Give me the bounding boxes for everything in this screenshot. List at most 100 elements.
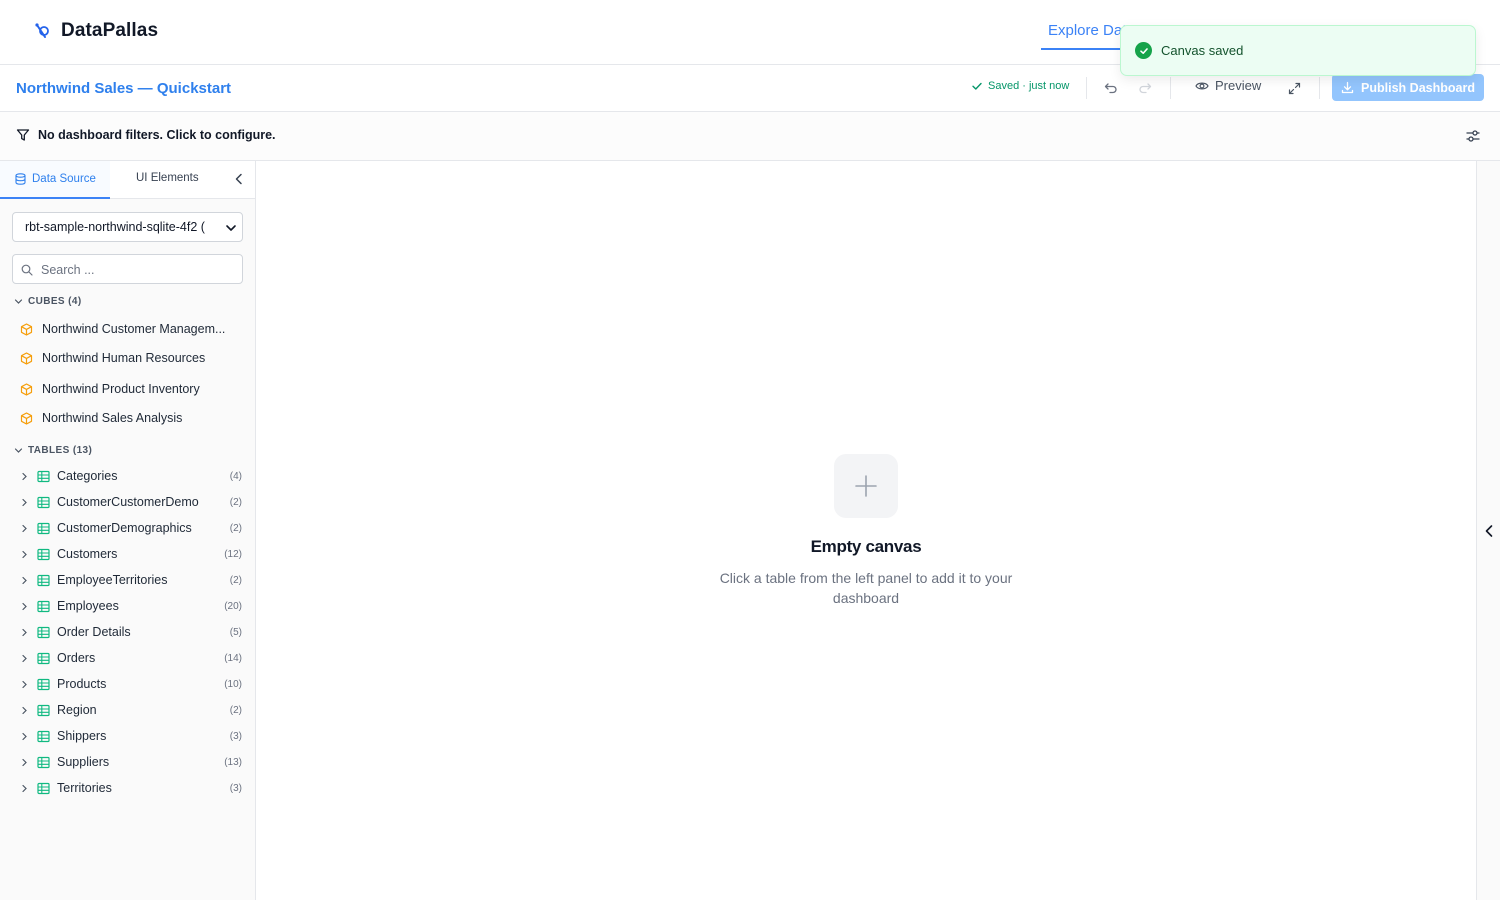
table-icon	[37, 548, 50, 560]
search-icon	[21, 264, 33, 276]
table-item[interactable]: Employees (20)	[20, 595, 242, 617]
eye-icon	[1195, 82, 1209, 89]
cube-item[interactable]: Northwind Human Resources	[20, 347, 232, 369]
chevron-right-icon[interactable]	[20, 784, 29, 793]
cube-item[interactable]: Northwind Sales Analysis	[20, 407, 232, 429]
table-icon	[37, 600, 50, 612]
table-name: Suppliers	[57, 755, 110, 769]
save-status: Saved · just now	[971, 80, 1069, 92]
table-name: Orders	[57, 651, 96, 665]
table-item[interactable]: Categories (4)	[20, 465, 242, 487]
table-icon	[37, 730, 50, 742]
table-name: Categories	[57, 469, 118, 483]
dashboard-canvas[interactable]: Empty canvas Click a table from the left…	[256, 161, 1476, 900]
publish-dashboard-button[interactable]: Publish Dashboard	[1332, 74, 1484, 101]
expand-icon	[1288, 82, 1300, 94]
table-name: Order Details	[57, 625, 131, 639]
table-name: CustomerDemographics	[57, 521, 192, 535]
chevron-right-icon[interactable]	[20, 628, 29, 637]
app-logo[interactable]: DataPallas	[33, 20, 158, 42]
table-column-count: (12)	[224, 548, 242, 560]
dashboard-title[interactable]: Northwind Sales — Quickstart	[16, 80, 231, 97]
table-column-count: (5)	[229, 626, 242, 638]
tab-ui-elements[interactable]: UI Elements	[136, 172, 199, 184]
undo-button[interactable]	[1101, 78, 1121, 98]
tables-section-header[interactable]: TABLES (13)	[14, 445, 92, 456]
table-column-count: (20)	[224, 600, 242, 612]
publish-label: Publish Dashboard	[1361, 80, 1475, 95]
logo-icon	[35, 23, 49, 38]
table-name: CustomerCustomerDemo	[57, 495, 199, 509]
chevron-right-icon[interactable]	[20, 602, 29, 611]
cube-label: Northwind Product Inventory	[42, 382, 200, 396]
filter-icon	[16, 129, 30, 141]
table-name: Territories	[57, 781, 112, 795]
table-column-count: (2)	[229, 496, 242, 508]
dashboard-filter-bar[interactable]: No dashboard filters. Click to configure…	[0, 112, 1500, 161]
left-panel: Data Source UI Elements rbt-sample-north…	[0, 161, 256, 900]
table-name: Products	[57, 677, 107, 691]
chevron-right-icon[interactable]	[20, 498, 29, 507]
table-item[interactable]: Region (2)	[20, 699, 242, 721]
search-box[interactable]	[12, 254, 243, 284]
table-column-count: (3)	[229, 782, 242, 794]
table-icon	[37, 522, 50, 534]
database-icon	[15, 173, 26, 185]
chevron-left-icon[interactable]	[1483, 524, 1495, 538]
table-item[interactable]: Territories (3)	[20, 777, 242, 799]
preview-button[interactable]: Preview	[1195, 78, 1261, 93]
cube-icon	[20, 351, 33, 365]
empty-canvas-title: Empty canvas	[810, 537, 922, 556]
redo-button[interactable]	[1135, 78, 1155, 98]
table-icon	[37, 782, 50, 794]
table-item[interactable]: EmployeeTerritories (2)	[20, 569, 242, 591]
tables-header-label: TABLES (13)	[28, 445, 93, 456]
chevron-down-icon	[226, 225, 236, 231]
chevron-right-icon[interactable]	[20, 732, 29, 741]
chevron-right-icon[interactable]	[20, 654, 29, 663]
sliders-icon[interactable]	[1465, 128, 1481, 144]
table-item[interactable]: Shippers (3)	[20, 725, 242, 747]
chevron-down-icon	[14, 448, 23, 453]
tab-data-source[interactable]: Data Source	[0, 161, 110, 199]
table-column-count: (4)	[229, 470, 242, 482]
cubes-header-label: CUBES (4)	[28, 296, 82, 307]
table-item[interactable]: Products (10)	[20, 673, 242, 695]
chevron-right-icon[interactable]	[20, 758, 29, 767]
cube-item[interactable]: Northwind Customer Managem...	[20, 318, 232, 340]
chevron-right-icon[interactable]	[20, 576, 29, 585]
chevron-right-icon[interactable]	[20, 550, 29, 559]
cube-item[interactable]: Northwind Product Inventory	[20, 378, 232, 400]
divider	[1319, 77, 1320, 99]
chevron-right-icon[interactable]	[20, 706, 29, 715]
download-icon	[1341, 81, 1354, 94]
empty-canvas-subtitle: Click a table from the left panel to add…	[719, 570, 1013, 606]
chevron-right-icon[interactable]	[20, 524, 29, 533]
preview-label: Preview	[1215, 78, 1262, 93]
table-item[interactable]: CustomerCustomerDemo (2)	[20, 491, 242, 513]
table-item[interactable]: Customers (12)	[20, 543, 242, 565]
filter-message[interactable]: No dashboard filters. Click to configure…	[16, 128, 276, 142]
collapse-panel-icon[interactable]	[232, 172, 246, 186]
add-widget-button[interactable]	[834, 454, 898, 518]
check-icon	[972, 82, 982, 90]
chevron-right-icon[interactable]	[20, 472, 29, 481]
cube-label: Northwind Human Resources	[42, 351, 206, 365]
table-item[interactable]: CustomerDemographics (2)	[20, 517, 242, 539]
plus-icon	[855, 475, 877, 497]
fullscreen-button[interactable]	[1284, 78, 1304, 98]
chevron-down-icon	[14, 299, 23, 304]
table-column-count: (10)	[224, 678, 242, 690]
divider	[1170, 77, 1171, 99]
cubes-section-header[interactable]: CUBES (4)	[14, 296, 82, 307]
table-item[interactable]: Orders (14)	[20, 647, 242, 669]
table-item[interactable]: Suppliers (13)	[20, 751, 242, 773]
table-icon	[37, 574, 50, 586]
chevron-right-icon[interactable]	[20, 680, 29, 689]
check-circle-icon	[1135, 42, 1152, 59]
table-icon	[37, 652, 50, 664]
table-item[interactable]: Order Details (5)	[20, 621, 242, 643]
search-input[interactable]	[41, 261, 236, 278]
table-column-count: (2)	[229, 522, 242, 534]
datasource-select[interactable]: rbt-sample-northwind-sqlite-4f2 (	[12, 212, 243, 242]
